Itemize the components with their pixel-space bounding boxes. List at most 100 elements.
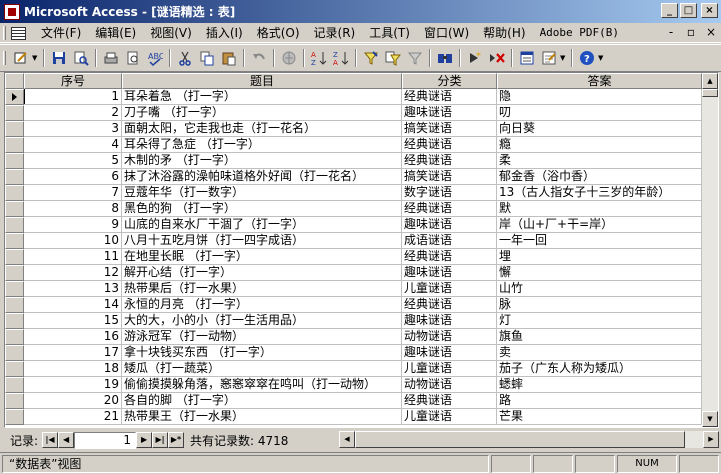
maximize-button[interactable]: □ [680,3,697,18]
table-row[interactable]: 21 热带果王（打一水果） 儿童谜语 芒果 [5,409,702,425]
record-selector[interactable] [5,345,24,361]
cell-question[interactable]: 抹了沐浴露的澡帕味道格外好闻（打一花名） [122,169,402,185]
menu-help[interactable]: 帮助(H) [476,24,532,41]
cell-id[interactable]: 4 [24,137,122,153]
print-icon[interactable] [101,48,121,68]
cell-question[interactable]: 偷偷摸摸躲角落，窸窸窣窣在鸣叫（打一动物） [122,377,402,393]
vertical-scroll-thumb[interactable] [702,89,718,97]
cell-category[interactable]: 儿童谜语 [402,281,497,297]
cell-question[interactable]: 在地里长眠 （打一字） [122,249,402,265]
cell-answer[interactable]: 13（古人指女子十三岁的年龄） [497,185,702,201]
cell-id[interactable]: 1 [24,89,122,105]
cell-category[interactable]: 趣味谜语 [402,345,497,361]
record-selector[interactable] [5,201,24,217]
cell-category[interactable]: 经典谜语 [402,249,497,265]
cell-category[interactable]: 趣味谜语 [402,313,497,329]
menu-records[interactable]: 记录(R) [307,24,363,41]
previous-record-button[interactable]: ◀ [58,432,75,448]
cell-category[interactable]: 经典谜语 [402,153,497,169]
filter-by-selection-icon[interactable] [361,48,381,68]
view-dropdown-icon[interactable]: ▼ [32,54,40,62]
cell-answer[interactable]: 岸（山+厂+干=岸） [497,217,702,233]
select-all-corner[interactable] [5,73,24,89]
cell-id[interactable]: 12 [24,265,122,281]
cell-question[interactable]: 豆蔻年华（打一数字） [122,185,402,201]
scroll-right-button[interactable]: ▶ [703,431,719,448]
record-selector[interactable] [5,297,24,313]
cell-question[interactable]: 解开心结（打一字） [122,265,402,281]
record-selector[interactable] [5,185,24,201]
cell-category[interactable]: 经典谜语 [402,393,497,409]
cell-question[interactable]: 木制的矛 （打一字） [122,153,402,169]
scroll-down-button[interactable]: ▼ [702,411,718,427]
delete-record-icon[interactable] [487,48,507,68]
cell-question[interactable]: 面朝太阳，它走我也走（打一花名） [122,121,402,137]
sort-descending-icon[interactable]: ZA [331,48,351,68]
database-window-icon[interactable] [517,48,537,68]
cell-id[interactable]: 20 [24,393,122,409]
table-row[interactable]: 13 热带果后（打一水果） 儿童谜语 山竹 [5,281,702,297]
cell-id[interactable]: 13 [24,281,122,297]
table-row[interactable]: 12 解开心结（打一字） 趣味谜语懈 [5,265,702,281]
help-icon[interactable]: ? [577,48,597,68]
doc-minimize-button[interactable]: - [665,25,677,39]
menu-grip[interactable] [3,25,6,40]
cell-answer[interactable]: 茄子（广东人称为矮瓜） [497,361,702,377]
toolbar-grip[interactable] [3,51,6,65]
cell-id[interactable]: 11 [24,249,122,265]
scroll-up-button[interactable]: ▲ [702,73,718,89]
menu-window[interactable]: 窗口(W) [417,24,476,41]
menu-format[interactable]: 格式(O) [250,24,307,41]
cell-answer[interactable]: 默 [497,201,702,217]
cell-question[interactable]: 矮瓜（打一蔬菜） [122,361,402,377]
apply-filter-icon[interactable] [405,48,425,68]
table-row[interactable]: 9 山底的自来水厂干涸了（打一字） 趣味谜语 岸（山+厂+干=岸） [5,217,702,233]
cell-question[interactable]: 永恒的月亮 （打一字） [122,297,402,313]
cell-category[interactable]: 成语谜语 [402,233,497,249]
cell-category[interactable]: 趣味谜语 [402,105,497,121]
table-row[interactable]: 5 木制的矛 （打一字） 经典谜语柔 [5,153,702,169]
table-row[interactable]: 7 豆蔻年华（打一数字） 数字谜语 13（古人指女子十三岁的年龄） [5,185,702,201]
cell-answer[interactable]: 隐 [497,89,702,105]
find-icon[interactable] [435,48,455,68]
table-row[interactable]: 1 耳朵着急 （打一字） 经典谜语隐 [5,89,702,105]
cell-question[interactable]: 黑色的狗 （打一字） [122,201,402,217]
cell-id[interactable]: 15 [24,313,122,329]
cell-category[interactable]: 经典谜语 [402,201,497,217]
horizontal-scroll-track[interactable] [685,431,703,448]
cell-answer[interactable]: 山竹 [497,281,702,297]
print-preview-icon[interactable] [123,48,143,68]
table-row[interactable]: 17 拿十块钱买东西 （打一字） 趣味谜语卖 [5,345,702,361]
record-selector[interactable] [5,121,24,137]
next-record-button[interactable]: ▶ [136,432,153,448]
record-selector[interactable] [5,377,24,393]
new-object-dropdown-icon[interactable]: ▼ [560,54,568,62]
vertical-scrollbar[interactable]: ▲ ▼ [702,73,718,427]
doc-close-button[interactable]: × [705,25,717,39]
doc-restore-button[interactable]: ▫ [685,25,697,39]
cell-id[interactable]: 19 [24,377,122,393]
column-header-question[interactable]: 题目 [122,73,402,89]
new-record-button[interactable]: ▶* [168,432,185,448]
cell-answer[interactable]: 瘾 [497,137,702,153]
cell-answer[interactable]: 卖 [497,345,702,361]
menu-tools[interactable]: 工具(T) [362,24,417,41]
cell-id[interactable]: 18 [24,361,122,377]
cell-answer[interactable]: 蟋蟀 [497,377,702,393]
column-header-category[interactable]: 分类 [402,73,497,89]
cell-question[interactable]: 热带果后（打一水果） [122,281,402,297]
cell-question[interactable]: 拿十块钱买东西 （打一字） [122,345,402,361]
record-selector[interactable] [5,361,24,377]
cell-id[interactable]: 8 [24,201,122,217]
table-row[interactable]: 15 大的大，小的小（打一生活用品） 趣味谜语灯 [5,313,702,329]
menu-edit[interactable]: 编辑(E) [88,24,143,41]
cell-id[interactable]: 10 [24,233,122,249]
cell-answer[interactable]: 向日葵 [497,121,702,137]
cell-answer[interactable]: 郁金香（浴巾香） [497,169,702,185]
new-object-icon[interactable] [539,48,559,68]
cell-id[interactable]: 21 [24,409,122,425]
scroll-left-button[interactable]: ◀ [339,431,355,448]
view-icon[interactable] [11,48,31,68]
record-selector[interactable] [5,249,24,265]
table-row[interactable]: 8 黑色的狗 （打一字） 经典谜语默 [5,201,702,217]
